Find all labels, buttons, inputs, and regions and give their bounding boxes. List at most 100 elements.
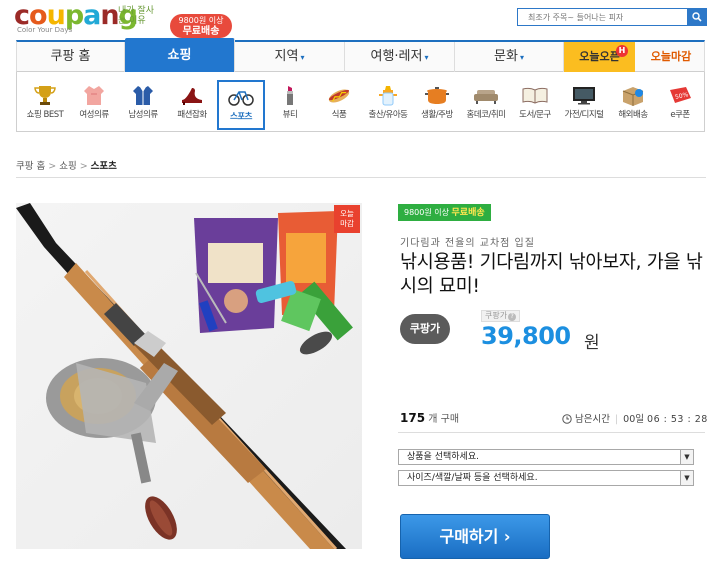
category-living-kitchen[interactable]: 생활/주방 <box>413 80 461 128</box>
tab-label: 오늘오픈 <box>579 50 620 63</box>
category-books-stationery[interactable]: 도서/문구 <box>511 80 559 128</box>
deadline-badge: 오늘 마감 <box>334 205 360 233</box>
remaining-label: 남은시간 <box>575 414 610 425</box>
slogan: 내가 잘사는 이유 <box>118 6 154 26</box>
divider <box>16 177 706 178</box>
category-fashion-accessories[interactable]: 패션잡화 <box>168 80 216 128</box>
sold-number: 175 <box>400 411 426 425</box>
remaining-days: 00일 <box>623 414 645 425</box>
header: coupang Color Your Days 내가 잘사는 이유 9800원 … <box>0 0 720 40</box>
search-icon <box>691 12 702 22</box>
category-label: 해외배송 <box>618 110 648 120</box>
search-button[interactable] <box>687 9 706 25</box>
breadcrumb-home[interactable]: 쿠팡 홈 <box>16 161 45 172</box>
select-value: 상품을 선택하세요. <box>407 452 479 462</box>
svg-text:50%: 50% <box>674 91 689 101</box>
free-shipping-tag: 9800원 이상 무료배송 <box>398 204 491 221</box>
hotdog-icon <box>328 89 350 103</box>
box-icon <box>622 87 644 106</box>
sold-count: 175 개 구매 <box>400 410 459 425</box>
coupon-icon: 50% <box>670 87 691 103</box>
category-label: 도서/문구 <box>519 110 551 120</box>
tab-culture[interactable]: 문화 ▾ <box>455 42 564 72</box>
free-shipping-label: 무료배송 <box>182 26 220 37</box>
category-food[interactable]: 식품 <box>315 80 363 128</box>
category-label: 스포츠 <box>230 112 252 122</box>
lipstick-icon <box>287 86 293 105</box>
search-box <box>517 8 707 26</box>
category-mens-clothing[interactable]: 남성의류 <box>119 80 167 128</box>
tab-region[interactable]: 지역 ▾ <box>235 42 345 72</box>
category-baby-kids[interactable]: 출산/유아동 <box>364 80 412 128</box>
category-womens-clothing[interactable]: 여성의류 <box>70 80 118 128</box>
pot-icon <box>425 87 449 104</box>
price-label-text: 쿠팡가 <box>485 311 508 320</box>
remaining-clock: 06 : 53 : 28 <box>647 414 708 425</box>
buy-button[interactable]: 구매하기 › <box>400 514 550 559</box>
product-select[interactable]: 상품을 선택하세요. ▼ <box>398 449 694 465</box>
book-icon <box>522 87 548 104</box>
free-shipping-threshold: 9800원 이상 <box>178 16 224 25</box>
tab-label: 쇼핑 <box>167 48 192 63</box>
remaining-time: 남은시간 | 00일 06 : 53 : 28 <box>562 411 708 425</box>
tab-label: 지역 <box>274 49 299 64</box>
tab-today-open[interactable]: 오늘오픈 H <box>564 42 635 72</box>
option-select[interactable]: 사이즈/색깔/날짜 등을 선택하세요. ▼ <box>398 470 694 486</box>
category-label: e쿠폰 <box>670 110 690 120</box>
tab-today-deadline[interactable]: 오늘마감 <box>636 42 706 72</box>
category-label: 뷰티 <box>282 110 298 120</box>
tv-icon <box>573 87 595 105</box>
shirt-icon <box>133 86 153 105</box>
breadcrumb-current[interactable]: 스포츠 <box>91 161 117 172</box>
chevron-down-icon: ▾ <box>424 53 429 62</box>
search-input[interactable] <box>518 9 688 25</box>
dropdown-arrow-icon: ▼ <box>680 471 693 485</box>
category-overseas-delivery[interactable]: 해외배송 <box>609 80 657 128</box>
category-label: 패션잡화 <box>177 110 207 120</box>
category-label: 여성의류 <box>79 110 109 120</box>
tab-travel-leisure[interactable]: 여행·레저 ▾ <box>345 42 455 72</box>
baby-bottle-icon <box>379 86 397 106</box>
sofa-icon <box>474 90 498 104</box>
main-nav: 쿠팡 홈 쇼핑 지역 ▾ 여행·레저 ▾ 문화 ▾ 오늘오픈 H 오늘마감 <box>16 38 706 72</box>
tab-label: 쿠팡 홈 <box>50 49 91 64</box>
tab-label: 문화 <box>494 49 518 64</box>
price-label: 쿠팡가? <box>481 310 521 322</box>
breadcrumb-separator: > <box>79 161 88 172</box>
breadcrumb-separator: > <box>48 161 57 172</box>
logo-letter: a <box>83 0 101 31</box>
category-label: 쇼핑 BEST <box>26 110 64 120</box>
category-label: 식품 <box>331 110 347 120</box>
chevron-down-icon: ▾ <box>519 53 524 62</box>
dropdown-arrow-icon: ▼ <box>680 450 693 464</box>
category-home-deco[interactable]: 홈데코/취미 <box>462 80 510 128</box>
tab-shopping[interactable]: 쇼핑 <box>125 38 235 72</box>
category-beauty[interactable]: 뷰티 <box>266 80 314 128</box>
breadcrumb-shopping[interactable]: 쇼핑 <box>59 161 76 172</box>
free-shipping-threshold: 9800원 이상 <box>404 208 449 217</box>
category-electronics[interactable]: 가전/디지털 <box>560 80 608 128</box>
product-price: 39,800 <box>481 322 571 350</box>
tab-coupang-home[interactable]: 쿠팡 홈 <box>17 42 125 72</box>
divider: | <box>614 414 619 425</box>
category-label: 남성의류 <box>128 110 158 120</box>
category-bar: 쇼핑 BEST 여성의류 남성의류 패션잡화 스포츠 뷰티 식품 출산/유아동 … <box>16 72 705 132</box>
category-label: 생활/주방 <box>421 110 453 120</box>
trophy-icon <box>34 86 56 105</box>
help-icon[interactable]: ? <box>508 313 517 321</box>
product-title: 낚시용품! 기다림까지 낚아보자, 가을 낚시의 묘미! <box>400 252 703 297</box>
chevron-down-icon: ▾ <box>300 53 305 62</box>
category-sports[interactable]: 스포츠 <box>217 80 265 130</box>
select-value: 사이즈/색깔/날짜 등을 선택하세요. <box>407 473 538 483</box>
product-image[interactable]: 오늘 마감 <box>16 203 362 549</box>
tab-label: 여행·레저 <box>370 49 423 64</box>
logo-letter: n <box>100 0 119 31</box>
fishing-rod-reel-image <box>16 203 353 549</box>
category-e-coupon[interactable]: 50% e쿠폰 <box>656 80 704 128</box>
category-shopping-best[interactable]: 쇼핑 BEST <box>21 80 69 128</box>
tab-label: 오늘마감 <box>650 50 692 63</box>
price-unit: 원 <box>584 333 600 353</box>
divider <box>398 432 705 433</box>
free-shipping-badge: 9800원 이상 무료배송 <box>170 14 232 38</box>
breadcrumb: 쿠팡 홈 > 쇼핑 > 스포츠 <box>16 158 117 172</box>
